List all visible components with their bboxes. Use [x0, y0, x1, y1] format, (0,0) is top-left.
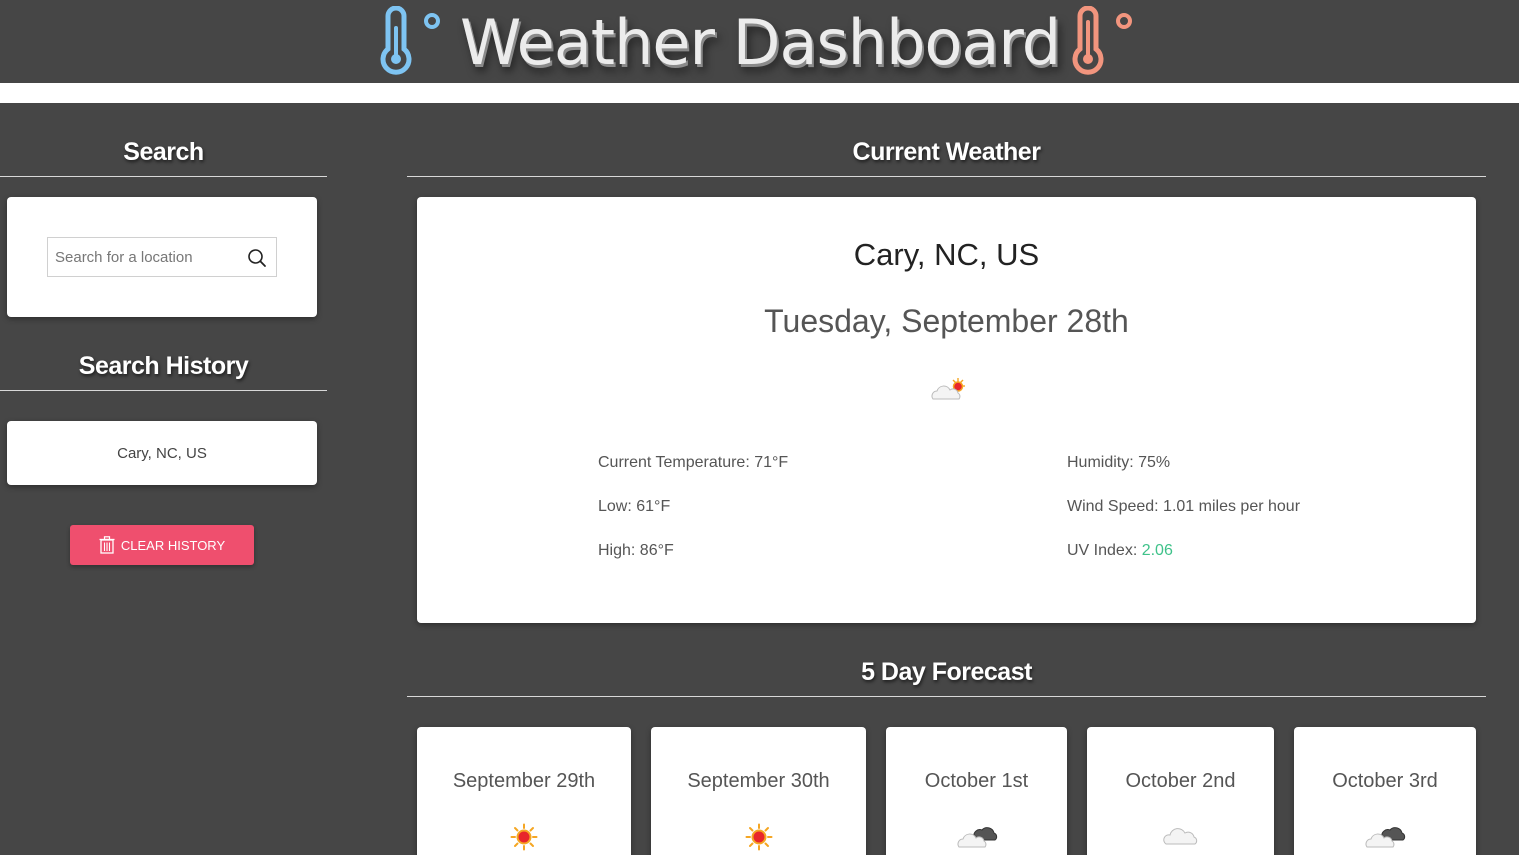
- sun-icon: [510, 823, 538, 851]
- current-weather-card: Cary, NC, US Tuesday, September 28th Cur…: [417, 197, 1476, 623]
- current-temperature: Current Temperature: 71°F: [598, 454, 789, 471]
- clear-history-button[interactable]: CLEAR HISTORY: [70, 525, 254, 565]
- current-uv-index: UV Index: 2.06: [1067, 542, 1173, 560]
- forecast-heading: 5 Day Forecast: [861, 658, 1032, 686]
- thermometer-hot-icon: [1072, 5, 1133, 75]
- app-title: Weather Dashboard: [460, 5, 1061, 79]
- partly-cloudy-sun-icon: [931, 378, 965, 400]
- search-input[interactable]: [48, 238, 228, 276]
- forecast-card: October 1st: [886, 727, 1067, 855]
- forecast-card: October 2nd: [1087, 727, 1274, 855]
- cloud-icon: [1162, 828, 1197, 845]
- search-icon[interactable]: [247, 248, 267, 268]
- forecast-card: September 30th: [651, 727, 866, 855]
- search-history-rule: [0, 390, 327, 391]
- forecast-date: September 30th: [687, 770, 830, 792]
- forecast-card: October 3rd: [1294, 727, 1476, 855]
- search-history-heading: Search History: [78, 352, 249, 380]
- header-bar: Weather Dashboard: [0, 0, 1519, 83]
- forecast-rule: [407, 696, 1486, 697]
- search-field: [47, 237, 277, 277]
- uv-index-label: UV Index:: [1067, 542, 1142, 559]
- search-card: [7, 197, 317, 317]
- trash-icon: [99, 536, 115, 554]
- forecast-date: October 3rd: [1332, 770, 1438, 792]
- forecast-date: October 2nd: [1125, 770, 1236, 792]
- current-weather-heading: Current Weather: [852, 138, 1041, 166]
- current-wind-speed: Wind Speed: 1.01 miles per hour: [1067, 498, 1301, 515]
- current-low: Low: 61°F: [598, 498, 671, 515]
- sun-icon: [745, 823, 772, 851]
- dark-cloud-icon: [957, 827, 997, 848]
- search-heading-rule: [0, 176, 327, 177]
- current-humidity: Humidity: 75%: [1067, 454, 1171, 471]
- history-item-label: Cary, NC, US: [117, 444, 207, 462]
- current-city: Cary, NC, US: [853, 237, 1040, 272]
- dark-cloud-icon: [1365, 827, 1406, 848]
- current-high: High: 86°F: [598, 542, 674, 559]
- forecast-date: October 1st: [924, 770, 1029, 792]
- search-heading: Search: [123, 138, 204, 166]
- forecast-card: September 29th: [417, 727, 631, 855]
- history-item[interactable]: Cary, NC, US: [7, 421, 317, 485]
- header-divider-strip: [0, 83, 1519, 103]
- clear-history-label: CLEAR HISTORY: [120, 537, 226, 553]
- header-title-group: Weather Dashboard: [376, 0, 1133, 83]
- forecast-date: September 29th: [452, 770, 596, 792]
- current-weather-rule: [407, 176, 1486, 177]
- current-date: Tuesday, September 28th: [764, 303, 1129, 339]
- thermometer-cold-icon: [380, 5, 440, 75]
- uv-index-value: 2.06: [1141, 542, 1173, 559]
